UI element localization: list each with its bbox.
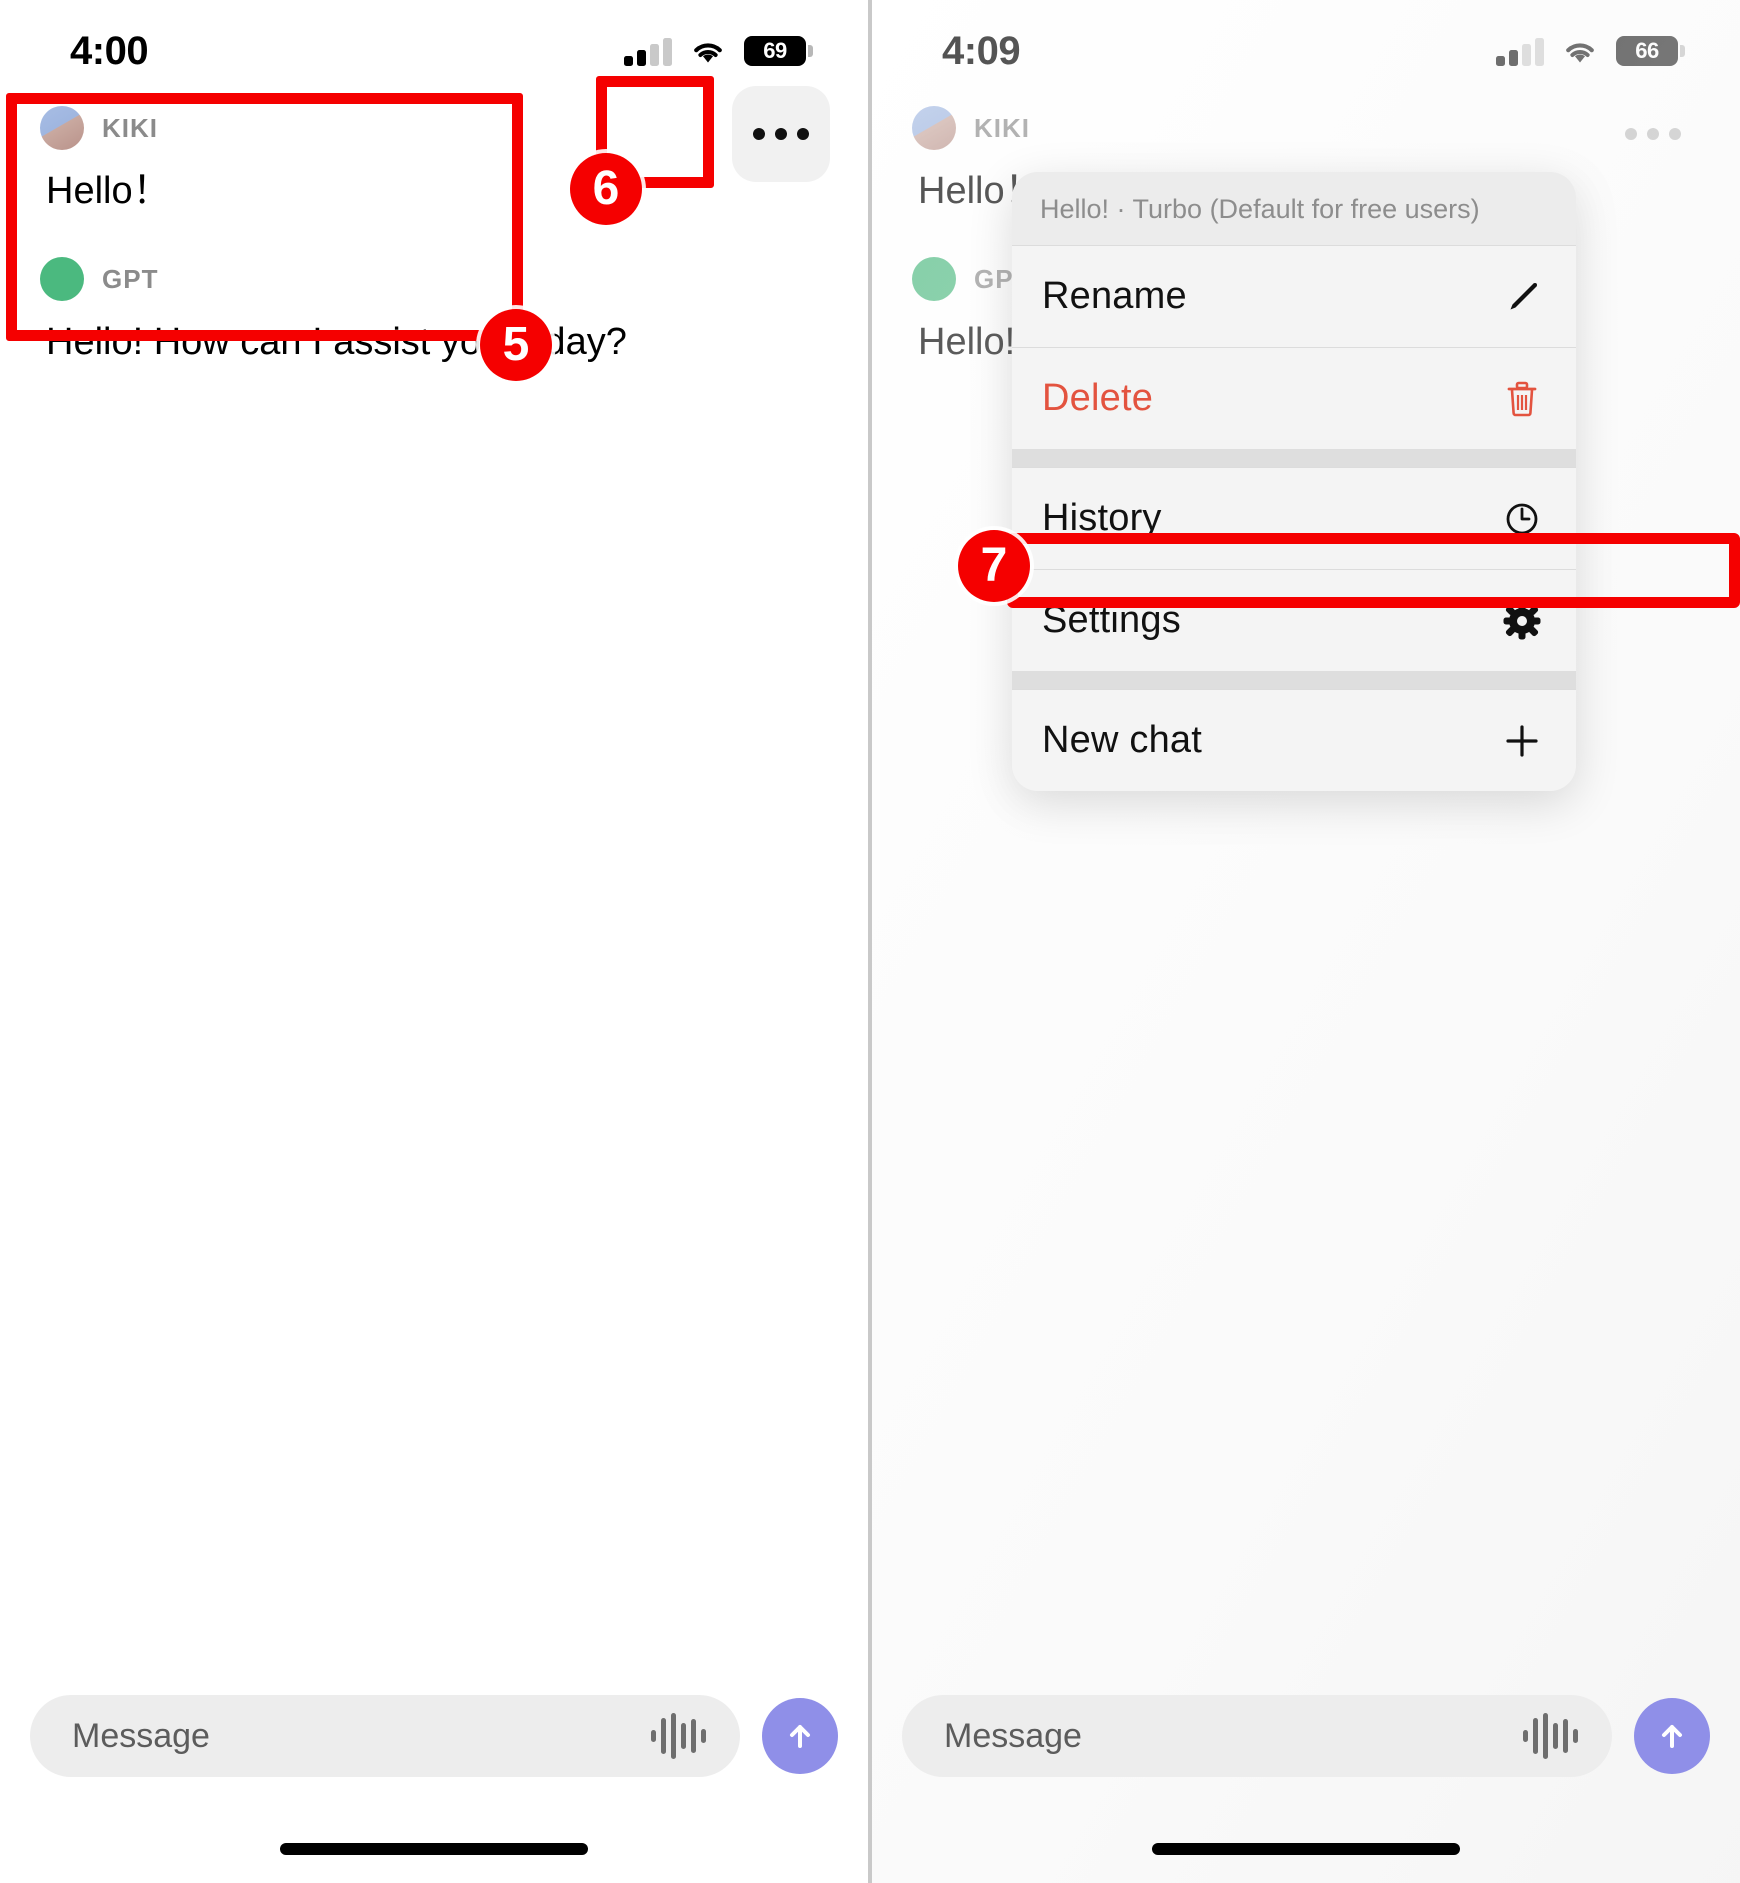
menu-item-rename[interactable]: Rename [1012,245,1576,347]
menu-section-divider [1012,449,1576,467]
context-menu-header: Hello! · Turbo (Default for free users) [1012,172,1576,245]
message-input[interactable]: Message [902,1695,1612,1777]
gpt-avatar [40,257,84,302]
status-bar-right: 4:09 66 [872,0,1740,88]
clock-icon [1498,495,1546,543]
menu-item-label: Settings [1042,599,1181,641]
message-input-bar: Message [0,1695,868,1777]
message-header: KIKI [912,104,1700,152]
message-text: Hello! How can I assist you today? [46,321,627,364]
message-text: Hello！ [46,170,171,212]
chat-message: KIKI Hello！ [40,104,828,217]
plus-icon [1498,717,1546,765]
menu-item-settings[interactable]: Settings [1012,569,1576,671]
menu-item-label: Delete [1042,377,1154,419]
left-phone-panel: 4:00 69 KIKI Hello！ GPT Hello! How can I… [0,0,868,1883]
battery-percent: 69 [763,38,787,63]
home-indicator [280,1843,588,1855]
chat-thread-left: KIKI Hello！ GPT Hello! How can I assist … [0,104,868,407]
gpt-avatar [912,257,956,302]
message-header: GPT [40,255,828,303]
message-author: KIKI [102,112,158,143]
audio-waveform-icon[interactable] [651,1713,706,1759]
home-indicator [1152,1843,1460,1855]
chat-message: GPT Hello! How can I assist you today? [40,255,828,368]
menu-item-history[interactable]: History [1012,467,1576,569]
battery-icon: 66 [1616,36,1685,66]
status-time: 4:09 [942,29,1021,73]
message-input[interactable]: Message [30,1695,740,1777]
message-header: KIKI [40,104,828,152]
cellular-signal-icon [1496,38,1544,66]
menu-section-divider [1012,671,1576,689]
menu-item-new-chat[interactable]: New chat [1012,689,1576,791]
trash-icon [1498,375,1546,423]
menu-item-label: History [1042,497,1162,539]
status-bar-left: 4:00 69 [0,0,868,88]
message-author: GPT [102,263,159,294]
status-icons: 66 [1496,36,1685,66]
wifi-icon [1566,43,1594,63]
menu-item-label: New chat [1042,719,1203,761]
cellular-signal-icon [624,38,672,66]
arrow-up-icon [790,1725,810,1748]
arrow-up-icon [1662,1725,1682,1748]
message-author: KIKI [974,112,1030,143]
message-input-placeholder: Message [72,1716,210,1755]
send-button[interactable] [762,1698,838,1774]
kiki-avatar [912,106,956,150]
send-button[interactable] [1634,1698,1710,1774]
status-time: 4:00 [70,29,149,73]
battery-percent: 66 [1635,38,1659,63]
context-menu: Hello! · Turbo (Default for free users) … [1012,172,1576,791]
battery-icon: 69 [744,36,813,66]
gear-icon [1498,597,1546,645]
message-input-bar: Message [872,1695,1740,1777]
right-phone-panel: 4:09 66 KIKI Hello！ GPT Hello! Hello! · … [872,0,1740,1883]
wifi-icon [694,43,722,63]
audio-waveform-icon[interactable] [1523,1713,1578,1759]
status-icons: 69 [624,36,813,66]
menu-item-label: Rename [1042,275,1187,317]
pencil-icon [1498,273,1546,321]
menu-item-delete[interactable]: Delete [1012,347,1576,449]
message-input-placeholder: Message [944,1716,1082,1755]
kiki-avatar [40,106,84,150]
tutorial-screenshot: 4:00 69 KIKI Hello！ GPT Hello! How can I… [0,0,1740,1883]
